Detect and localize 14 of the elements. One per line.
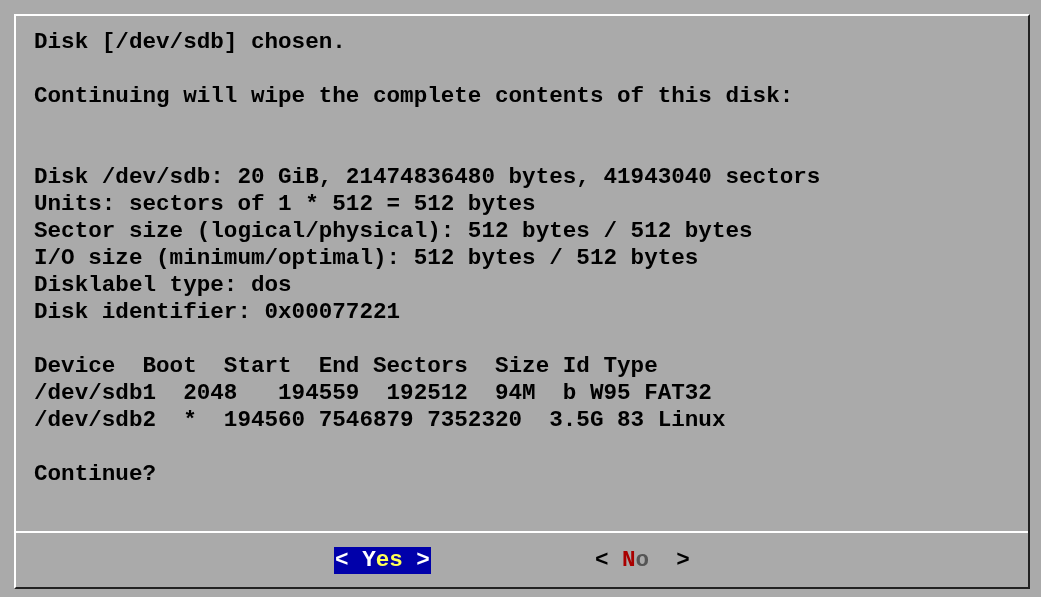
selected-button[interactable]: < Yes >	[334, 546, 431, 574]
warning-text: Continuing will wipe the complete contents of this disk:	[34, 83, 795, 110]
partition-row-text: /dev/sdb2 * 194560 7546879 7352320 3.5G 83 Linux	[34, 407, 727, 434]
disk-info-line: Units: sectors of 1 * 512 = 512 bytes	[34, 191, 537, 218]
prompt-text: Continue?	[34, 461, 158, 488]
disk-info-line: Disklabel type: dos	[34, 272, 293, 299]
disk-info-line: Disk /dev/sdb: 20 GiB, 21474836480 bytes, 41943040 sectors	[34, 164, 822, 191]
dialog-button[interactable]: < No >	[593, 546, 691, 574]
disk-info-line: Sector size (logical/physical): 512 bytes / 512 bytes	[34, 218, 754, 245]
disk-info-line: I/O size (minimum/optimal): 512 bytes / 512 bytes	[34, 245, 700, 272]
partition-row-text: /dev/sdb1 2048 194559 192512 94M b W95 FAT32	[34, 380, 713, 407]
disk-info-line: Disk identifier: 0x00077221	[34, 299, 402, 326]
heading-text: Disk [/dev/sdb] chosen.	[34, 29, 347, 56]
table-header: Device Boot Start End Sectors Size Id Type	[34, 353, 659, 380]
